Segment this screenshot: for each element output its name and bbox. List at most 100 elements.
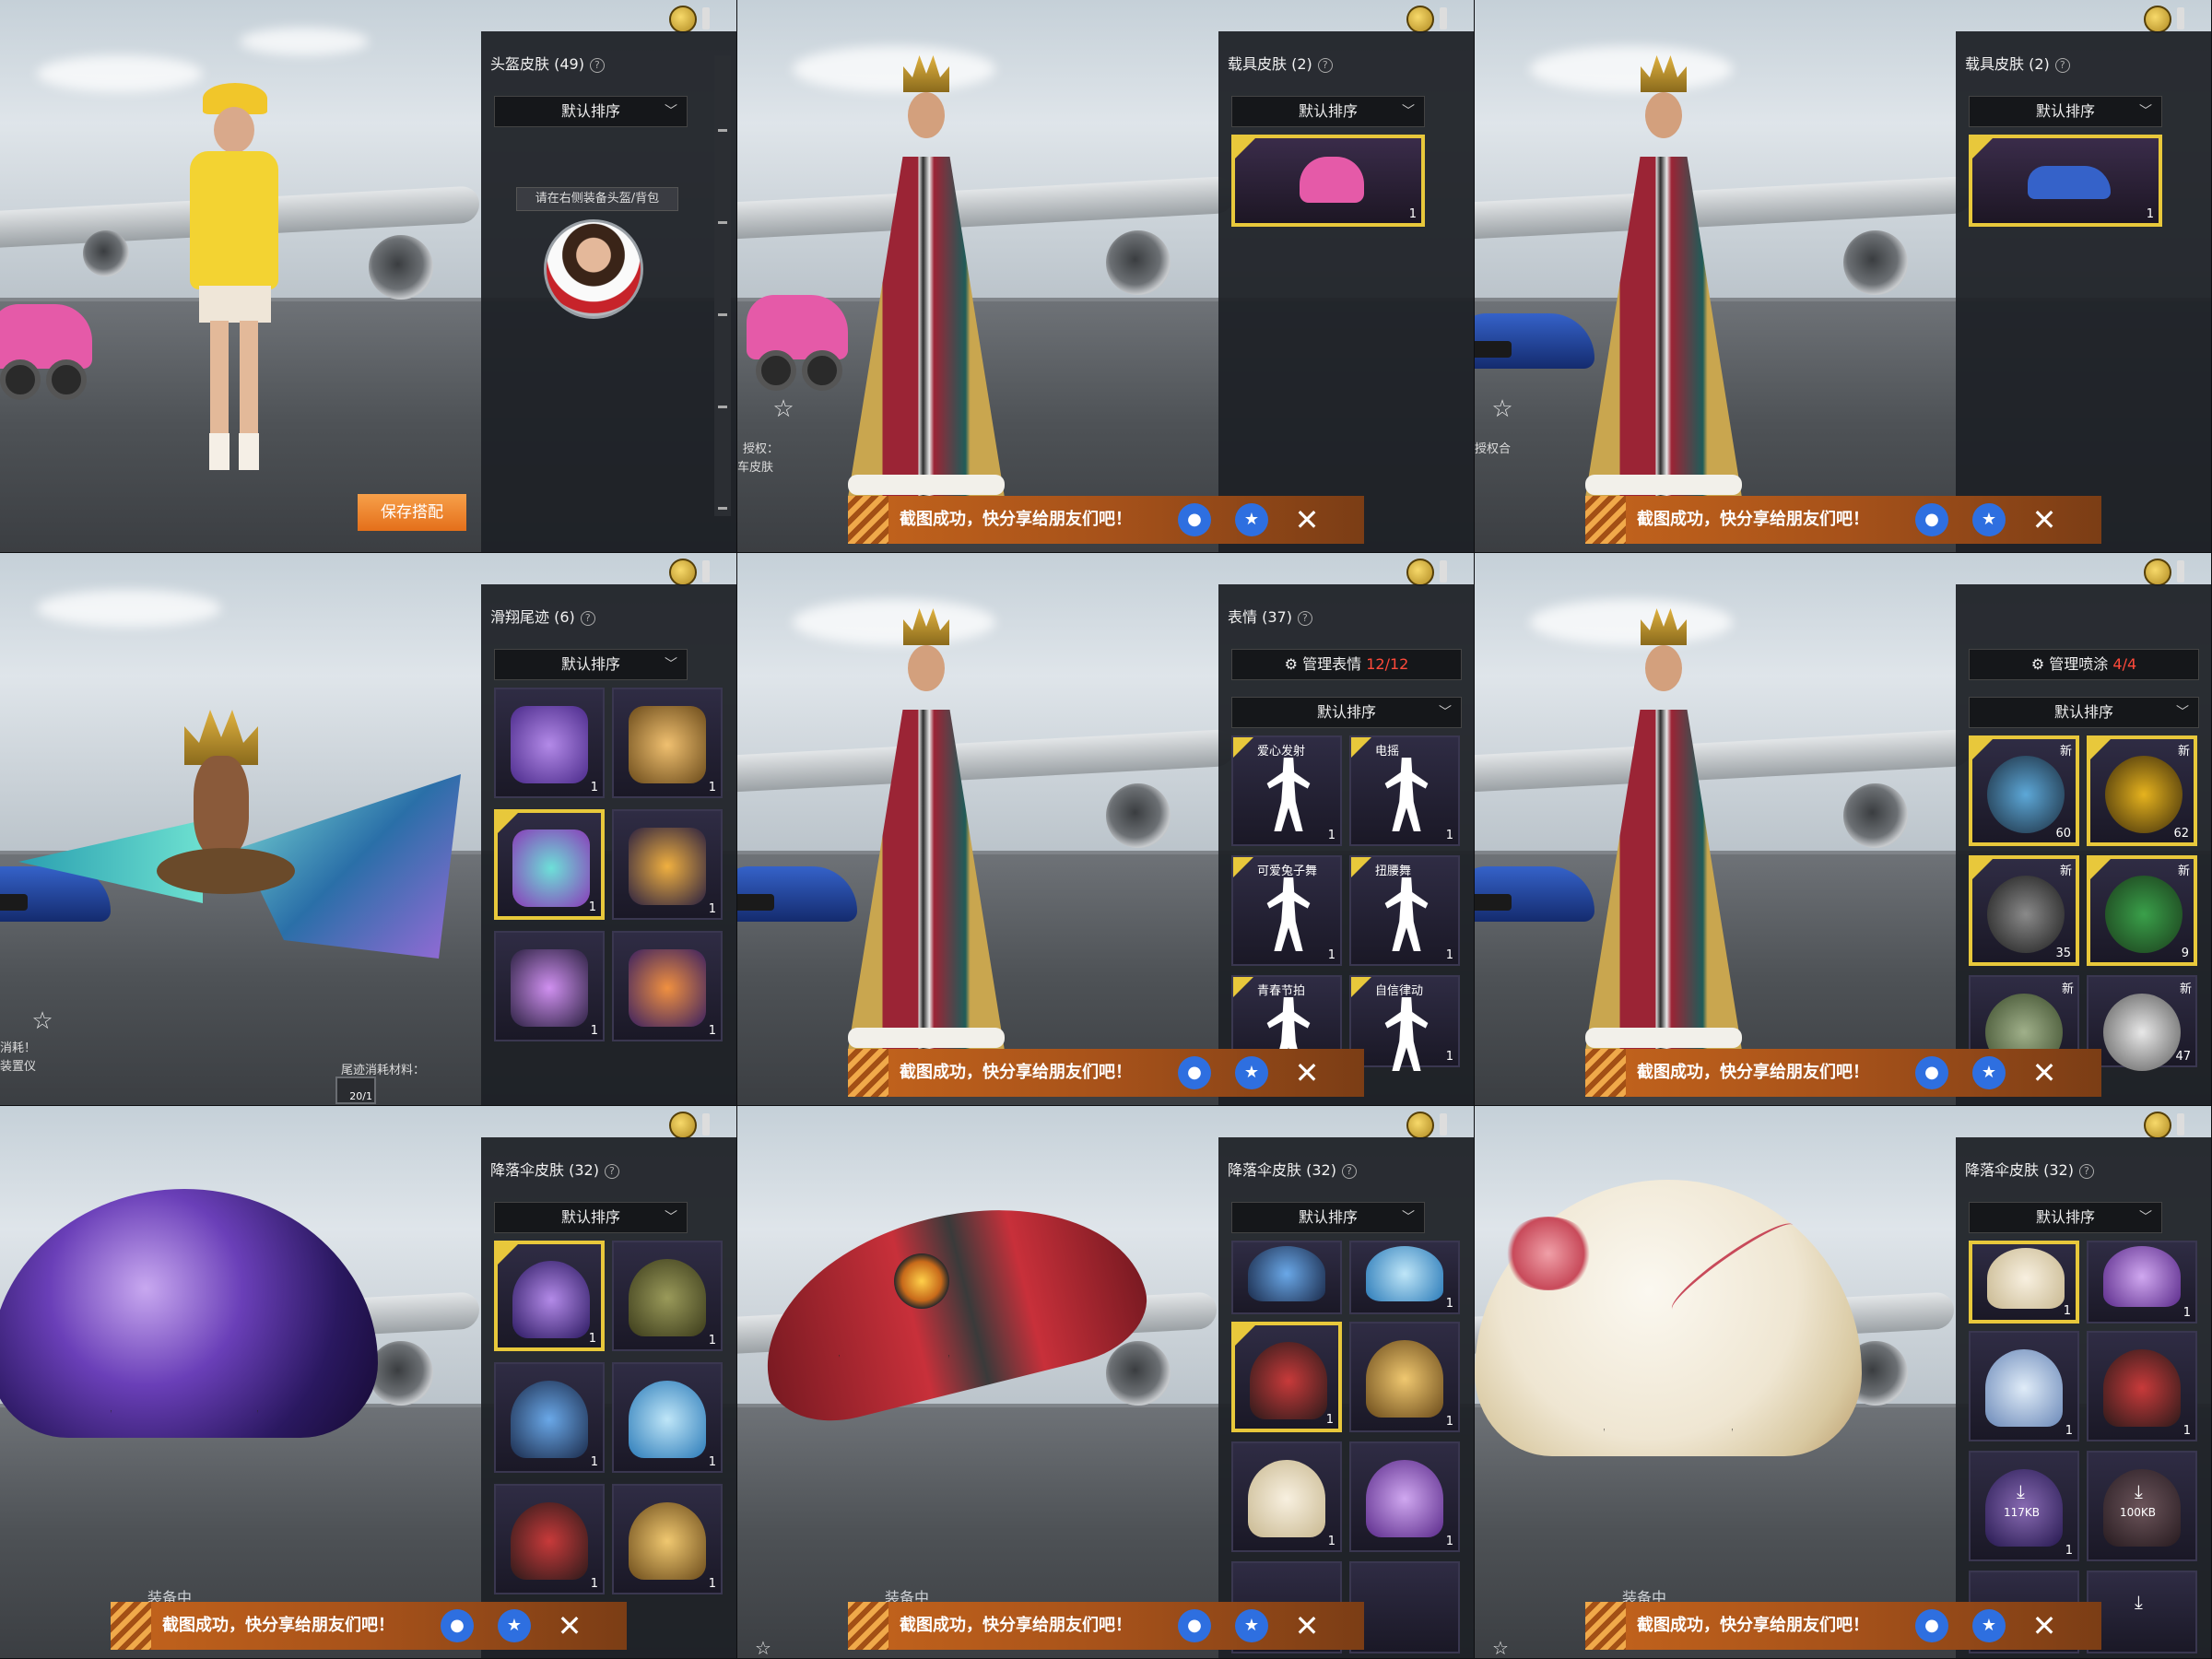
trail-tile[interactable]: 1 [494, 688, 605, 798]
qzone-star-icon[interactable]: ★ [1972, 1056, 2006, 1089]
help-icon[interactable]: ? [2054, 57, 2070, 73]
sort-dropdown[interactable]: 默认排序 ﹀ [1231, 697, 1462, 728]
favorite-star-icon[interactable]: ☆ [771, 396, 796, 422]
qzone-star-icon[interactable]: ★ [1235, 1609, 1268, 1642]
parachute-tile[interactable]: 1 [2087, 1331, 2197, 1441]
help-icon[interactable]: ? [1317, 57, 1333, 73]
gear-icon: ⚙ [2030, 655, 2045, 673]
sort-dropdown[interactable]: 默认排序 ﹀ [1969, 96, 2162, 127]
close-x-icon[interactable]: ✕ [2026, 1054, 2063, 1091]
vehicle-skin-tile[interactable]: 1 [1969, 135, 2162, 227]
spray-tile[interactable]: 新9 [2087, 855, 2197, 966]
favorite-star-icon[interactable]: ☆ [1488, 1639, 1513, 1657]
sort-dropdown[interactable]: 默认排序 ﹀ [1969, 697, 2199, 728]
parachute-tile[interactable] [1349, 1561, 1460, 1653]
parachute-tile[interactable]: 1 [1969, 1331, 2079, 1441]
spray-tile[interactable]: 新 62 [2087, 735, 2197, 846]
sort-dropdown[interactable]: 默认排序 ﹀ [1231, 96, 1425, 127]
save-outfit-button[interactable]: 保存搭配 [358, 494, 466, 531]
download-icon[interactable]: ⤓ [2017, 1480, 2025, 1502]
manage-emotes-button[interactable]: ⚙ 管理表情 12/12 [1231, 649, 1462, 680]
sort-dropdown[interactable]: 默认排序 ﹀ [1969, 1202, 2162, 1233]
trail-tile[interactable]: 1 [494, 931, 605, 1041]
share-message: 截图成功，快分享给朋友们吧！ [162, 1616, 394, 1635]
qzone-star-icon[interactable]: ★ [1235, 503, 1268, 536]
help-icon[interactable]: ? [580, 610, 595, 626]
parachute-tile[interactable]: ⤓ 100KB [2087, 1451, 2197, 1561]
parachute-tile[interactable]: 1 [1969, 1241, 2079, 1324]
qq-penguin-icon[interactable]: ● [1915, 503, 1948, 536]
favorite-star-icon[interactable]: ☆ [29, 1008, 55, 1034]
parachute-tile[interactable]: 1 [2087, 1241, 2197, 1324]
parachute-tile[interactable]: 1 [1231, 1322, 1342, 1432]
parachute-tile[interactable]: 1 [1349, 1322, 1460, 1432]
parachute-tile[interactable]: 1 [612, 1484, 723, 1594]
close-x-icon[interactable]: ✕ [1288, 1607, 1325, 1644]
qzone-star-icon[interactable]: ★ [1972, 1609, 2006, 1642]
parachute-tile[interactable]: 1 [494, 1241, 605, 1351]
parachute-tile[interactable]: 1 [612, 1362, 723, 1473]
parachute-tile[interactable]: ⤓ 117KB 1 [1969, 1451, 2079, 1561]
download-icon[interactable]: ⤓ [2135, 1591, 2143, 1613]
currency-icon [2144, 1112, 2171, 1139]
parachute-tile[interactable] [1231, 1241, 1342, 1314]
close-x-icon[interactable]: ✕ [2026, 1607, 2063, 1644]
spray-tile[interactable]: 新 47 [2087, 975, 2197, 1071]
help-icon[interactable]: ? [589, 57, 605, 73]
parachute-tile[interactable]: 1 [494, 1484, 605, 1594]
parachute-tile[interactable]: ⤓ [2087, 1571, 2197, 1653]
qzone-star-icon[interactable]: ★ [1235, 1056, 1268, 1089]
help-icon[interactable]: ? [604, 1163, 619, 1179]
trail-tile[interactable]: 1 [612, 688, 723, 798]
help-icon[interactable]: ? [2078, 1163, 2094, 1179]
trail-tile[interactable]: 1 [612, 931, 723, 1041]
parachute-tile[interactable]: 1 [1349, 1241, 1460, 1314]
close-x-icon[interactable]: ✕ [2026, 501, 2063, 538]
parachute-tile[interactable]: 1 [494, 1362, 605, 1473]
emote-tile[interactable]: 扭腰舞 1 [1349, 855, 1460, 966]
qq-penguin-icon[interactable]: ● [1915, 1609, 1948, 1642]
sort-dropdown[interactable]: 默认排序 ﹀ [494, 649, 688, 680]
spray-tile[interactable]: 新 35 [1969, 855, 2079, 966]
download-icon[interactable]: ⤓ [2135, 1480, 2143, 1502]
emote-tile[interactable]: 电摇 1 [1349, 735, 1460, 846]
license-text: 授权： [743, 442, 780, 456]
emote-tile[interactable]: 可爱兔子舞 1 [1231, 855, 1342, 966]
favorite-star-icon[interactable]: ☆ [750, 1639, 776, 1657]
favorite-star-icon[interactable]: ☆ [1489, 396, 1515, 422]
trail-tile[interactable]: 1 [612, 809, 723, 920]
sort-dropdown[interactable]: 默认排序 ﹀ [494, 1202, 688, 1233]
manage-sprays-button[interactable]: ⚙ 管理喷涂 4/4 [1969, 649, 2199, 680]
share-bar: 截图成功，快分享给朋友们吧！ ● ★ ✕ [848, 1049, 1364, 1097]
qq-penguin-icon[interactable]: ● [1178, 1056, 1211, 1089]
trail-tile[interactable]: 1 [494, 809, 605, 920]
help-icon[interactable]: ? [1297, 610, 1312, 626]
help-icon[interactable]: ? [1341, 1163, 1357, 1179]
close-x-icon[interactable]: ✕ [1288, 501, 1325, 538]
trail-material-item[interactable]: 20/1 [335, 1077, 376, 1104]
cell-emotes: 表情 (37)? ⚙ 管理表情 12/12 默认排序 ﹀ 爱心发射 1 电摇 1 可爱… [737, 553, 1475, 1106]
currency-bar [702, 560, 710, 582]
close-x-icon[interactable]: ✕ [551, 1607, 588, 1644]
qq-penguin-icon[interactable]: ● [1178, 503, 1211, 536]
sort-dropdown[interactable]: 默认排序 ﹀ [1231, 1202, 1425, 1233]
qzone-star-icon[interactable]: ★ [1972, 503, 2006, 536]
close-x-icon[interactable]: ✕ [1288, 1054, 1325, 1091]
side-scrollbar[interactable] [714, 55, 731, 516]
sort-dropdown[interactable]: 默认排序 ﹀ [494, 96, 688, 127]
cell-vehicle-skins-2: 授权合 ☆ 载具皮肤 (2)? 默认排序 ﹀ 1 截图成功，快分享给朋友们吧！ ●… [1475, 0, 2212, 553]
share-message: 截图成功，快分享给朋友们吧！ [900, 510, 1132, 529]
emote-tile[interactable]: 自信律动 1 [1349, 975, 1460, 1071]
character-avatar [544, 219, 643, 319]
qq-penguin-icon[interactable]: ● [1915, 1056, 1948, 1089]
vehicle-skin-tile[interactable]: 1 [1231, 135, 1425, 227]
parachute-tile[interactable]: 1 [612, 1241, 723, 1351]
qq-penguin-icon[interactable]: ● [441, 1609, 474, 1642]
vehicle-panel: 载具皮肤 (2)? 默认排序 ﹀ 1 [1956, 31, 2211, 552]
qzone-star-icon[interactable]: ★ [498, 1609, 531, 1642]
parachute-tile[interactable]: 1 [1349, 1441, 1460, 1552]
emote-tile[interactable]: 爱心发射 1 [1231, 735, 1342, 846]
spray-tile[interactable]: 新 60 [1969, 735, 2079, 846]
qq-penguin-icon[interactable]: ● [1178, 1609, 1211, 1642]
parachute-tile[interactable]: 1 [1231, 1441, 1342, 1552]
